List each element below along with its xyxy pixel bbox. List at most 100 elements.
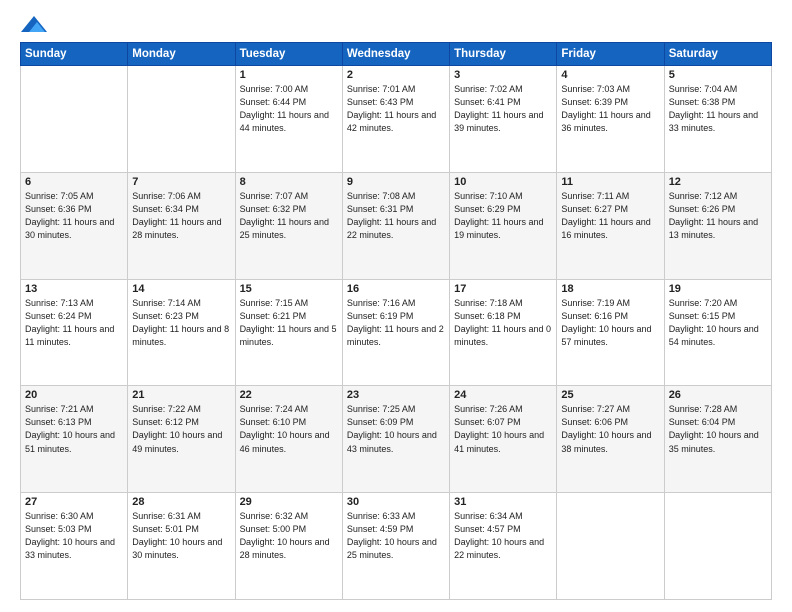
calendar-cell: 5Sunrise: 7:04 AMSunset: 6:38 PMDaylight… xyxy=(664,66,771,173)
calendar-cell: 7Sunrise: 7:06 AMSunset: 6:34 PMDaylight… xyxy=(128,172,235,279)
day-number: 18 xyxy=(561,283,659,295)
calendar-cell: 11 Sunrise: 7:11 AMSunset: 6:27 PMDayligh… xyxy=(557,172,664,279)
calendar-cell: 3 Sunrise: 7:02 AMSunset: 6:41 PMDaylight… xyxy=(450,66,557,173)
calendar-cell: 17 Sunrise: 7:18 AMSunset: 6:18 PMDayligh… xyxy=(450,279,557,386)
weekday-header-wednesday: Wednesday xyxy=(342,43,449,66)
calendar-cell xyxy=(21,66,128,173)
day-info: Sunrise: 7:22 AMSunset: 6:12 PMDaylight:… xyxy=(132,403,230,455)
day-info: Sunrise: 6:34 AMSunset: 4:57 PMDaylight:… xyxy=(454,510,552,562)
day-number: 2 xyxy=(347,69,445,81)
day-info: Sunrise: 7:02 AMSunset: 6:41 PMDaylight:… xyxy=(454,83,552,135)
week-row-1: 1 Sunrise: 7:00 AMSunset: 6:44 PMDaylight… xyxy=(21,66,772,173)
week-row-5: 27 Sunrise: 6:30 AMSunset: 5:03 PMDayligh… xyxy=(21,493,772,600)
day-number: 22 xyxy=(240,389,338,401)
calendar-cell: 22 Sunrise: 7:24 AMSunset: 6:10 PMDayligh… xyxy=(235,386,342,493)
logo-icon xyxy=(21,16,47,32)
day-info: Sunrise: 7:13 AMSunset: 6:24 PMDaylight:… xyxy=(25,297,123,349)
day-number: 7 xyxy=(132,176,230,188)
day-number: 6 xyxy=(25,176,123,188)
day-info: Sunrise: 7:11 AMSunset: 6:27 PMDaylight:… xyxy=(561,190,659,242)
day-info: Sunrise: 7:07 AMSunset: 6:32 PMDaylight:… xyxy=(240,190,338,242)
day-info: Sunrise: 7:19 AMSunset: 6:16 PMDaylight:… xyxy=(561,297,659,349)
calendar-cell xyxy=(128,66,235,173)
week-row-2: 6 Sunrise: 7:05 AMSunset: 6:36 PMDaylight… xyxy=(21,172,772,279)
day-info: Sunrise: 7:01 AMSunset: 6:43 PMDaylight:… xyxy=(347,83,445,135)
day-info: Sunrise: 7:05 AMSunset: 6:36 PMDaylight:… xyxy=(25,190,123,242)
day-number: 3 xyxy=(454,69,552,81)
day-number: 17 xyxy=(454,283,552,295)
day-info: Sunrise: 7:26 AMSunset: 6:07 PMDaylight:… xyxy=(454,403,552,455)
weekday-header-monday: Monday xyxy=(128,43,235,66)
calendar-cell: 28 Sunrise: 6:31 AMSunset: 5:01 PMDayligh… xyxy=(128,493,235,600)
day-number: 20 xyxy=(25,389,123,401)
day-number: 5 xyxy=(669,69,767,81)
weekday-header-tuesday: Tuesday xyxy=(235,43,342,66)
day-info: Sunrise: 6:33 AMSunset: 4:59 PMDaylight:… xyxy=(347,510,445,562)
calendar-cell: 10 Sunrise: 7:10 AMSunset: 6:29 PMDayligh… xyxy=(450,172,557,279)
day-info: Sunrise: 7:25 AMSunset: 6:09 PMDaylight:… xyxy=(347,403,445,455)
day-info: Sunrise: 7:16 AMSunset: 6:19 PMDaylight:… xyxy=(347,297,445,349)
day-info: Sunrise: 7:28 AMSunset: 6:04 PMDaylight:… xyxy=(669,403,767,455)
day-number: 27 xyxy=(25,496,123,508)
day-info: Sunrise: 7:15 AMSunset: 6:21 PMDaylight:… xyxy=(240,297,338,349)
day-number: 21 xyxy=(132,389,230,401)
calendar-cell: 20 Sunrise: 7:21 AMSunset: 6:13 PMDayligh… xyxy=(21,386,128,493)
day-number: 29 xyxy=(240,496,338,508)
calendar-cell: 18 Sunrise: 7:19 AMSunset: 6:16 PMDayligh… xyxy=(557,279,664,386)
day-number: 8 xyxy=(240,176,338,188)
weekday-header-sunday: Sunday xyxy=(21,43,128,66)
calendar-cell: 4 Sunrise: 7:03 AMSunset: 6:39 PMDaylight… xyxy=(557,66,664,173)
day-info: Sunrise: 7:24 AMSunset: 6:10 PMDaylight:… xyxy=(240,403,338,455)
calendar-cell: 25Sunrise: 7:27 AMSunset: 6:06 PMDayligh… xyxy=(557,386,664,493)
calendar-cell: 26 Sunrise: 7:28 AMSunset: 6:04 PMDayligh… xyxy=(664,386,771,493)
calendar-cell xyxy=(557,493,664,600)
calendar-cell xyxy=(664,493,771,600)
day-number: 31 xyxy=(454,496,552,508)
day-info: Sunrise: 7:03 AMSunset: 6:39 PMDaylight:… xyxy=(561,83,659,135)
day-info: Sunrise: 7:10 AMSunset: 6:29 PMDaylight:… xyxy=(454,190,552,242)
day-number: 30 xyxy=(347,496,445,508)
calendar-cell: 27 Sunrise: 6:30 AMSunset: 5:03 PMDayligh… xyxy=(21,493,128,600)
calendar-cell: 23Sunrise: 7:25 AMSunset: 6:09 PMDayligh… xyxy=(342,386,449,493)
day-info: Sunrise: 7:18 AMSunset: 6:18 PMDaylight:… xyxy=(454,297,552,349)
calendar-cell: 31 Sunrise: 6:34 AMSunset: 4:57 PMDayligh… xyxy=(450,493,557,600)
calendar-cell: 8 Sunrise: 7:07 AMSunset: 6:32 PMDaylight… xyxy=(235,172,342,279)
calendar-cell: 30 Sunrise: 6:33 AMSunset: 4:59 PMDayligh… xyxy=(342,493,449,600)
week-row-3: 13 Sunrise: 7:13 AMSunset: 6:24 PMDayligh… xyxy=(21,279,772,386)
day-number: 4 xyxy=(561,69,659,81)
week-row-4: 20 Sunrise: 7:21 AMSunset: 6:13 PMDayligh… xyxy=(21,386,772,493)
calendar-cell: 9 Sunrise: 7:08 AMSunset: 6:31 PMDaylight… xyxy=(342,172,449,279)
calendar-cell: 15Sunrise: 7:15 AMSunset: 6:21 PMDayligh… xyxy=(235,279,342,386)
day-info: Sunrise: 7:12 AMSunset: 6:26 PMDaylight:… xyxy=(669,190,767,242)
calendar-cell: 21 Sunrise: 7:22 AMSunset: 6:12 PMDayligh… xyxy=(128,386,235,493)
day-number: 10 xyxy=(454,176,552,188)
day-number: 13 xyxy=(25,283,123,295)
calendar-cell: 14 Sunrise: 7:14 AMSunset: 6:23 PMDayligh… xyxy=(128,279,235,386)
day-info: Sunrise: 7:14 AMSunset: 6:23 PMDaylight:… xyxy=(132,297,230,349)
day-number: 28 xyxy=(132,496,230,508)
day-info: Sunrise: 7:21 AMSunset: 6:13 PMDaylight:… xyxy=(25,403,123,455)
calendar-cell: 2 Sunrise: 7:01 AMSunset: 6:43 PMDaylight… xyxy=(342,66,449,173)
day-info: Sunrise: 6:30 AMSunset: 5:03 PMDaylight:… xyxy=(25,510,123,562)
day-info: Sunrise: 7:27 AMSunset: 6:06 PMDaylight:… xyxy=(561,403,659,455)
day-number: 9 xyxy=(347,176,445,188)
calendar-table: SundayMondayTuesdayWednesdayThursdayFrid… xyxy=(20,42,772,600)
page: SundayMondayTuesdayWednesdayThursdayFrid… xyxy=(0,0,792,612)
day-number: 12 xyxy=(669,176,767,188)
day-number: 14 xyxy=(132,283,230,295)
day-info: Sunrise: 6:31 AMSunset: 5:01 PMDaylight:… xyxy=(132,510,230,562)
header xyxy=(20,16,772,32)
day-number: 19 xyxy=(669,283,767,295)
day-number: 1 xyxy=(240,69,338,81)
calendar-cell: 12 Sunrise: 7:12 AMSunset: 6:26 PMDayligh… xyxy=(664,172,771,279)
day-info: Sunrise: 7:00 AMSunset: 6:44 PMDaylight:… xyxy=(240,83,338,135)
calendar-cell: 24 Sunrise: 7:26 AMSunset: 6:07 PMDayligh… xyxy=(450,386,557,493)
day-number: 11 xyxy=(561,176,659,188)
calendar-cell: 6 Sunrise: 7:05 AMSunset: 6:36 PMDaylight… xyxy=(21,172,128,279)
weekday-header-row: SundayMondayTuesdayWednesdayThursdayFrid… xyxy=(21,43,772,66)
day-number: 26 xyxy=(669,389,767,401)
calendar-body: 1 Sunrise: 7:00 AMSunset: 6:44 PMDaylight… xyxy=(21,66,772,600)
day-info: Sunrise: 7:08 AMSunset: 6:31 PMDaylight:… xyxy=(347,190,445,242)
calendar-cell: 13 Sunrise: 7:13 AMSunset: 6:24 PMDayligh… xyxy=(21,279,128,386)
day-number: 24 xyxy=(454,389,552,401)
